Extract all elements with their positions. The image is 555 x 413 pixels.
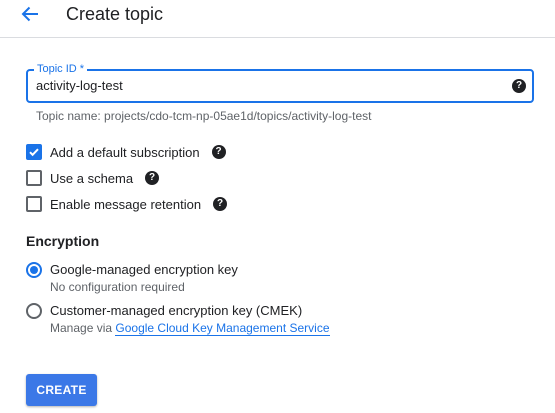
customer-managed-radio[interactable] <box>26 303 42 319</box>
arrow-back-icon <box>21 6 38 22</box>
default-subscription-checkbox[interactable] <box>26 144 42 160</box>
default-subscription-label[interactable]: Add a default subscription <box>50 145 200 160</box>
topic-id-input[interactable] <box>36 71 496 101</box>
checkmark-icon <box>29 148 39 157</box>
google-managed-description: No configuration required <box>50 280 185 294</box>
option-message-retention[interactable]: Enable message retention ? <box>26 195 228 213</box>
manage-via-text: Manage via <box>50 321 113 335</box>
kms-link[interactable]: Google Cloud Key Management Service <box>115 321 330 336</box>
use-schema-checkbox[interactable] <box>26 170 42 186</box>
message-retention-checkbox[interactable] <box>26 196 42 212</box>
message-retention-label[interactable]: Enable message retention <box>50 197 201 212</box>
customer-managed-description: Manage via Google Cloud Key Management S… <box>50 320 330 336</box>
option-default-subscription[interactable]: Add a default subscription ? <box>26 143 226 161</box>
topic-name-hint: Topic name: projects/cdo-tcm-np-05ae1d/t… <box>36 109 372 123</box>
help-icon[interactable]: ? <box>512 79 526 93</box>
help-icon[interactable]: ? <box>211 145 226 159</box>
option-use-schema[interactable]: Use a schema ? <box>26 169 160 187</box>
help-icon[interactable]: ? <box>145 171 160 185</box>
page-header: Create topic <box>0 0 555 38</box>
customer-managed-label[interactable]: Customer-managed encryption key (CMEK) <box>50 302 302 320</box>
encryption-heading: Encryption <box>26 233 100 249</box>
back-button[interactable] <box>18 3 42 25</box>
google-managed-radio[interactable] <box>26 262 42 278</box>
use-schema-label[interactable]: Use a schema <box>50 171 133 186</box>
help-icon[interactable]: ? <box>213 197 228 211</box>
topic-id-field[interactable]: Topic ID * ? <box>26 62 534 103</box>
create-button[interactable]: CREATE <box>26 374 97 406</box>
page-title: Create topic <box>66 4 164 24</box>
google-managed-label[interactable]: Google-managed encryption key <box>50 261 238 279</box>
